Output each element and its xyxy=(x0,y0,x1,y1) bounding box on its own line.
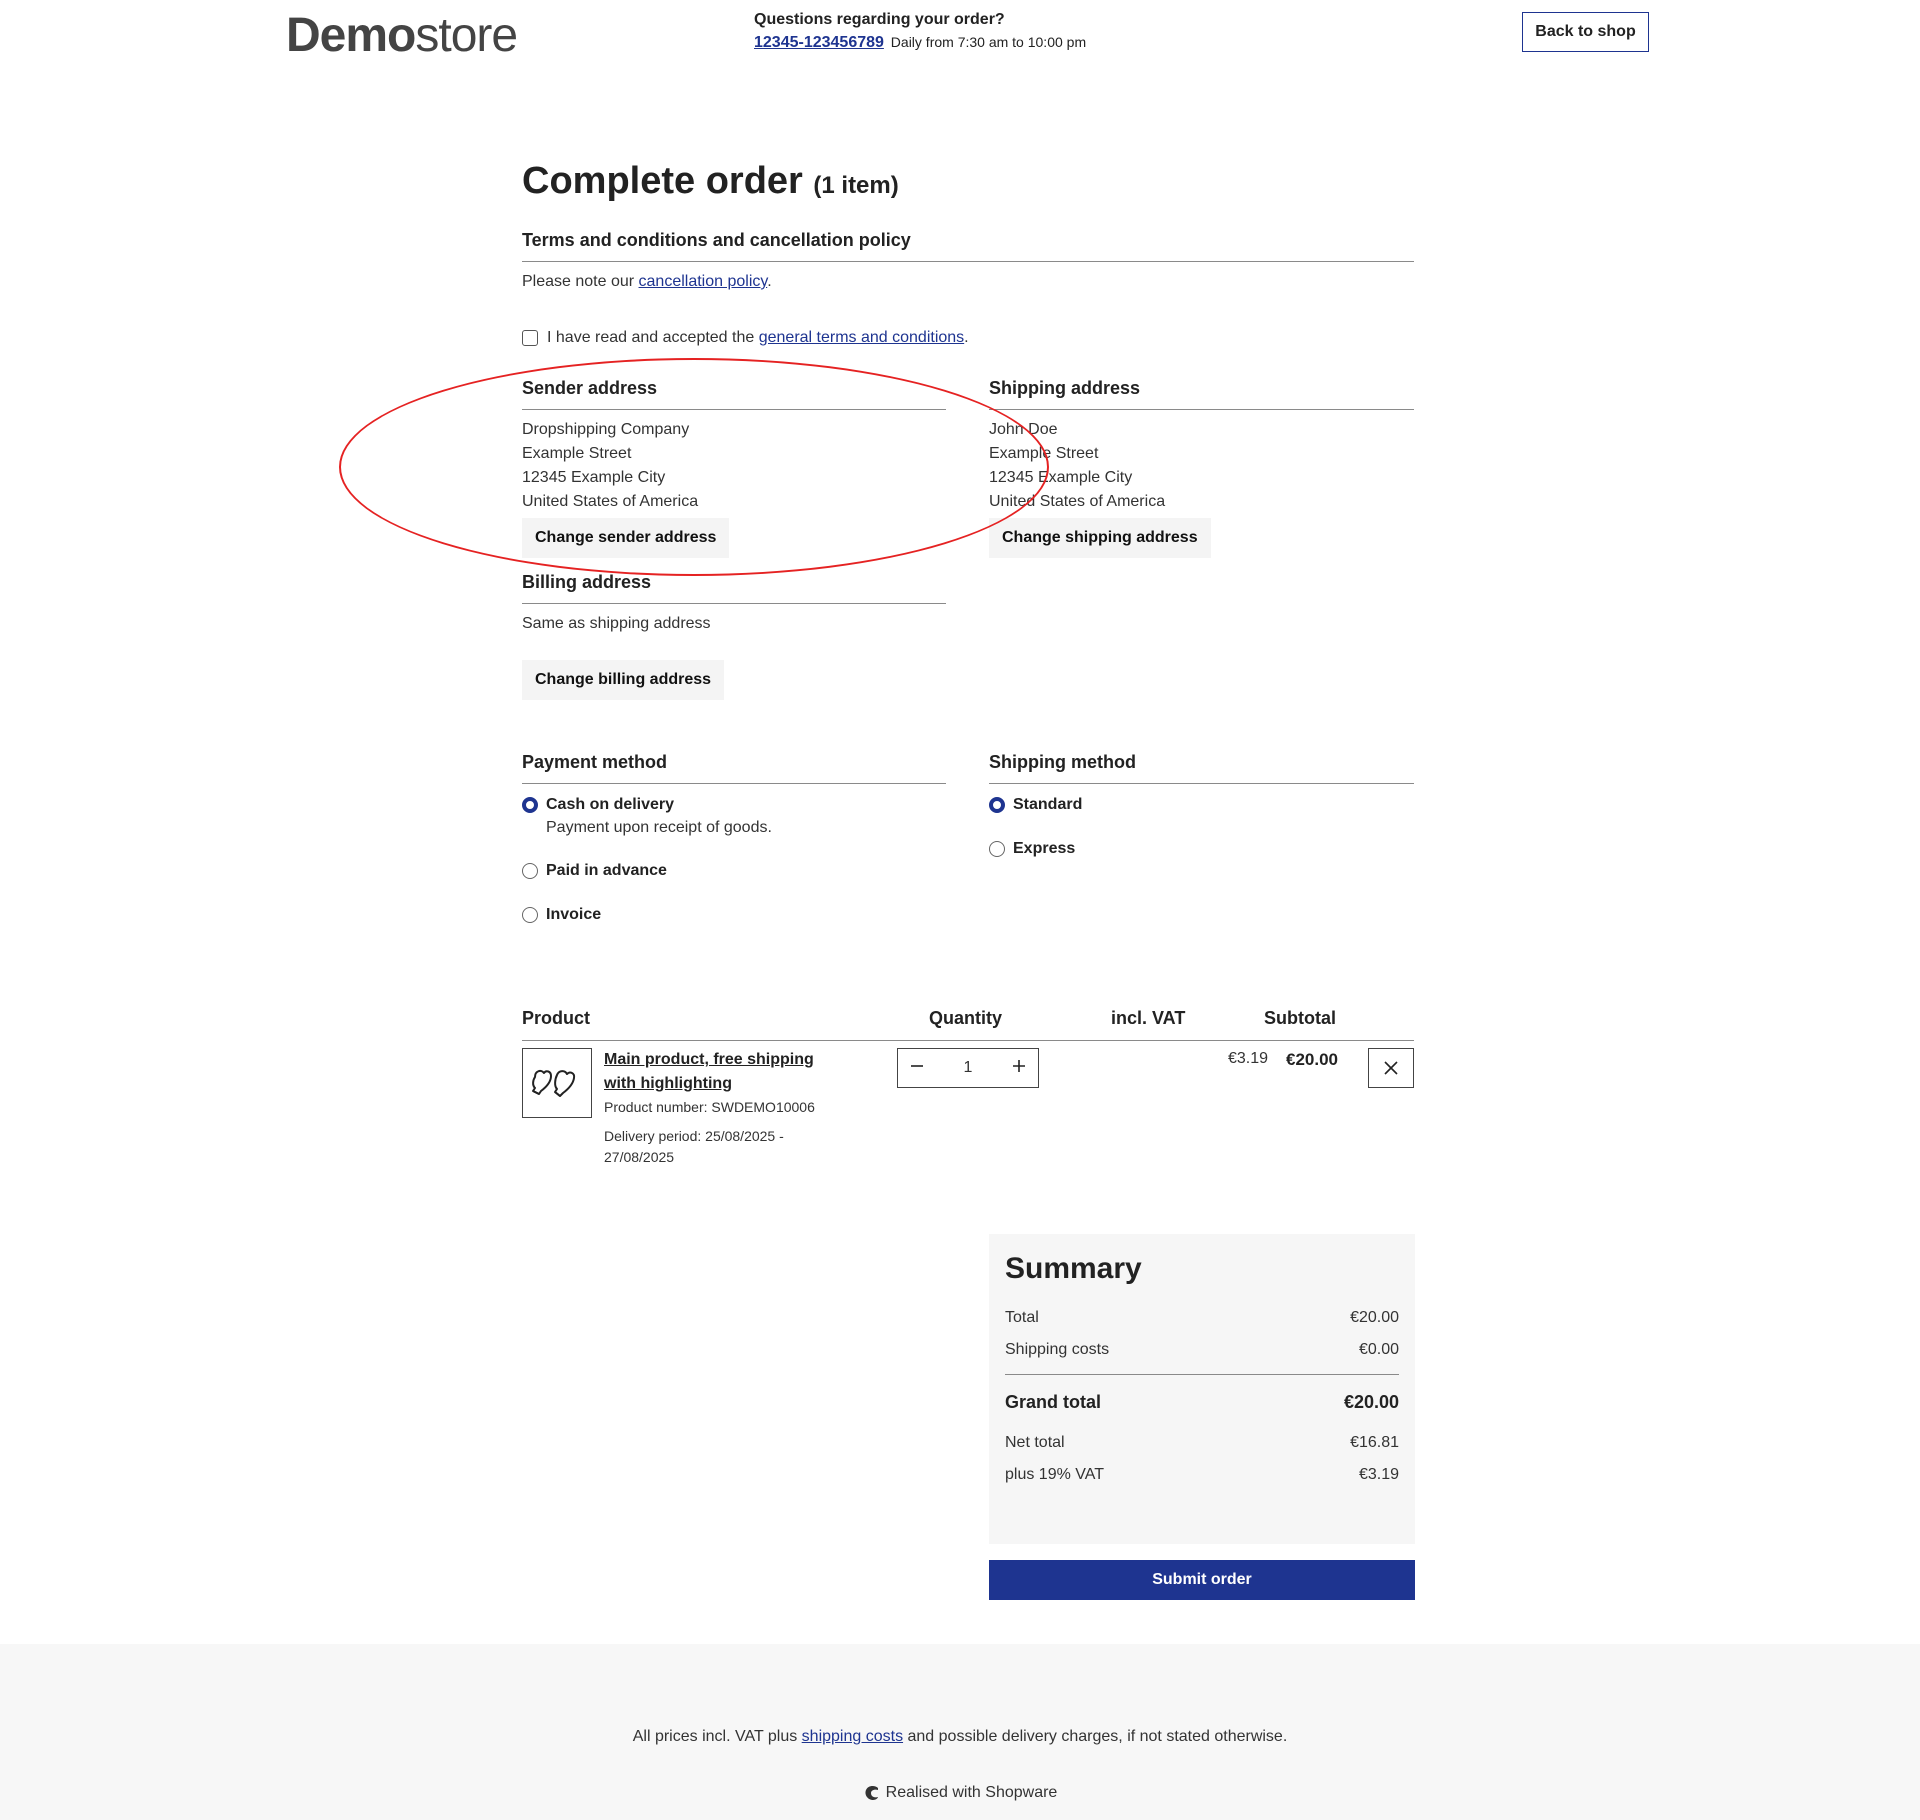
gtc-link[interactable]: general terms and conditions xyxy=(759,326,964,350)
terms-title: Terms and conditions and cancellation po… xyxy=(522,230,1414,262)
shipping-method-block: Shipping method Standard Express xyxy=(989,752,1414,860)
terms-checkbox-row: I have read and accepted the general ter… xyxy=(522,326,969,350)
column-subtotal: Subtotal xyxy=(1264,1008,1336,1028)
plus-icon[interactable] xyxy=(1012,1059,1026,1078)
sender-address-block: Sender address Dropshipping Company Exam… xyxy=(522,378,946,558)
radio-icon[interactable] xyxy=(989,841,1005,857)
page-title: Complete order (1 item) xyxy=(522,160,899,202)
column-quantity: Quantity xyxy=(929,1008,1003,1028)
billing-address-text: Same as shipping address xyxy=(522,615,711,632)
contact-title: Questions regarding your order? xyxy=(754,11,1005,28)
checkout-main: Complete order (1 item) Terms and condit… xyxy=(522,160,1415,1600)
payment-option-advance[interactable]: Paid in advance xyxy=(522,860,946,882)
footer-price-note: All prices incl. VAT plus shipping costs… xyxy=(632,1728,1288,1745)
service-hours: Daily from 7:30 am to 10:00 pm xyxy=(890,34,1087,50)
shipping-costs-link[interactable]: shipping costs xyxy=(802,1728,903,1745)
shopware-logo-icon xyxy=(865,1785,878,1800)
minus-icon[interactable] xyxy=(910,1059,924,1078)
shipping-method-title: Shipping method xyxy=(989,752,1414,784)
cart-line-item: Main product, free shipping with highlig… xyxy=(522,1048,1414,1178)
shipping-address-lines: John Doe Example Street 12345 Example Ci… xyxy=(989,421,1166,510)
item-count: (1 item) xyxy=(813,172,899,199)
order-summary: Summary Total €20.00 Shipping costs €0.0… xyxy=(989,1234,1415,1544)
shipping-address-block: Shipping address John Doe Example Street… xyxy=(989,378,1414,558)
summary-grand-total-row: Grand total €20.00 xyxy=(1005,1374,1399,1415)
back-to-shop-button[interactable]: Back to shop xyxy=(1522,12,1649,52)
column-vat: incl. VAT xyxy=(1111,1008,1186,1028)
payment-option-cash[interactable]: Cash on delivery Payment upon receipt of… xyxy=(522,794,946,840)
gloves-icon xyxy=(532,1069,576,1097)
radio-icon[interactable] xyxy=(522,907,538,923)
header: Demostore Questions regarding your order… xyxy=(0,0,1920,80)
change-billing-address-button[interactable]: Change billing address xyxy=(522,660,725,700)
payment-method-title: Payment method xyxy=(522,752,946,784)
sender-address-title: Sender address xyxy=(522,378,946,410)
radio-icon[interactable] xyxy=(522,863,538,879)
payment-option-description: Payment upon receipt of goods. xyxy=(546,819,772,836)
quantity-stepper: 1 xyxy=(897,1048,1039,1088)
sender-address-lines: Dropshipping Company Example Street 1234… xyxy=(522,421,699,510)
summary-shipping-row: Shipping costs €0.00 xyxy=(1005,1341,1399,1358)
change-shipping-address-button[interactable]: Change shipping address xyxy=(989,518,1211,558)
shipping-option-express[interactable]: Express xyxy=(989,838,1414,860)
store-logo[interactable]: Demostore xyxy=(286,8,518,63)
summary-net-row: Net total €16.81 xyxy=(1005,1434,1399,1451)
remove-item-button[interactable] xyxy=(1368,1048,1414,1088)
change-sender-address-button[interactable]: Change sender address xyxy=(522,518,730,558)
shipping-address-title: Shipping address xyxy=(989,378,1414,410)
cancellation-policy-link[interactable]: cancellation policy xyxy=(639,273,768,290)
radio-selected-icon[interactable] xyxy=(522,797,538,813)
shipping-option-standard[interactable]: Standard xyxy=(989,794,1414,816)
payment-method-block: Payment method Cash on delivery Payment … xyxy=(522,752,946,926)
shopware-credit[interactable]: Realised with Shopware xyxy=(0,1784,1920,1802)
close-icon xyxy=(1384,1061,1398,1075)
terms-checkbox[interactable] xyxy=(522,330,538,346)
phone-link[interactable]: 12345-123456789 xyxy=(754,34,884,51)
product-thumbnail[interactable] xyxy=(522,1048,592,1118)
billing-address-title: Billing address xyxy=(522,572,946,604)
delivery-period: Delivery period: 25/08/2025 - 27/08/2025 xyxy=(604,1128,784,1165)
billing-address-block: Billing address Same as shipping address… xyxy=(522,572,946,700)
contact-info: Questions regarding your order? 12345-12… xyxy=(754,11,1086,52)
product-number: Product number: SWDEMO10006 xyxy=(604,1099,815,1115)
summary-total-row: Total €20.00 xyxy=(1005,1309,1399,1326)
radio-selected-icon[interactable] xyxy=(989,797,1005,813)
cart-table-header: Product Quantity incl. VAT Subtotal xyxy=(522,995,1414,1041)
footer: All prices incl. VAT plus shipping costs… xyxy=(0,1644,1920,1820)
item-subtotal: €20.00 xyxy=(1286,1050,1338,1069)
column-product: Product xyxy=(522,1008,591,1028)
quantity-value[interactable]: 1 xyxy=(964,1059,973,1077)
summary-title: Summary xyxy=(1005,1252,1142,1285)
product-name-link[interactable]: Main product, free shipping with highlig… xyxy=(604,1048,834,1096)
payment-option-invoice[interactable]: Invoice xyxy=(522,904,946,926)
cancellation-note: Please note our cancellation policy. xyxy=(522,273,772,290)
submit-order-button[interactable]: Submit order xyxy=(989,1560,1415,1600)
summary-vat-row: plus 19% VAT €3.19 xyxy=(1005,1466,1399,1483)
